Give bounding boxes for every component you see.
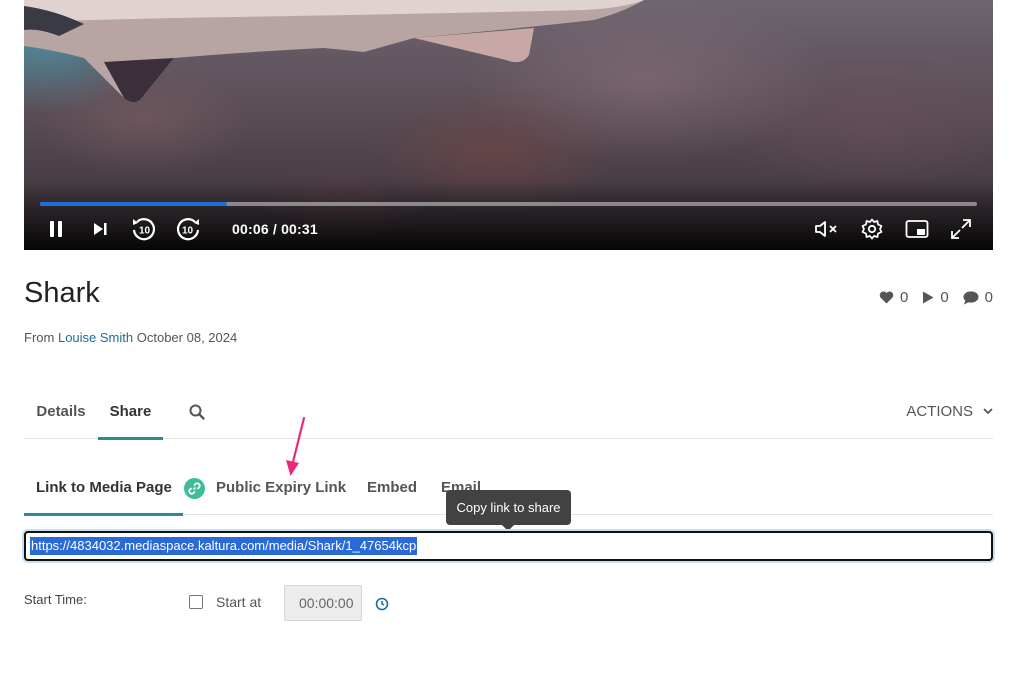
likes-count: 0 xyxy=(899,289,909,306)
heart-icon xyxy=(879,291,894,304)
fullscreen-button[interactable] xyxy=(947,215,975,243)
picture-in-picture-button[interactable] xyxy=(903,215,931,243)
link-badge xyxy=(184,478,205,499)
svg-text:10: 10 xyxy=(139,226,151,237)
clock-icon[interactable] xyxy=(375,597,389,611)
mute-button[interactable] xyxy=(813,215,841,243)
tab-embed[interactable]: Embed xyxy=(367,464,417,515)
search-icon xyxy=(189,404,205,420)
picture-in-picture-icon xyxy=(905,220,929,238)
share-url-text: https://4834032.mediaspace.kaltura.com/m… xyxy=(30,537,418,555)
time-display: 00:06 / 00:31 xyxy=(232,221,318,237)
author-link[interactable]: Louise Smith xyxy=(58,330,133,345)
publish-date: October 08, 2024 xyxy=(136,330,238,345)
forward-10-icon: 10 xyxy=(176,218,200,241)
progress-fill xyxy=(40,202,228,206)
progress-bar[interactable] xyxy=(40,202,977,206)
plays-count: 0 xyxy=(940,289,949,306)
play-icon xyxy=(923,291,934,304)
share-url-field[interactable]: https://4834032.mediaspace.kaltura.com/m… xyxy=(24,531,993,561)
comment-icon xyxy=(963,290,979,304)
copy-link-tooltip: Copy link to share xyxy=(446,490,571,531)
actions-label: ACTIONS xyxy=(906,403,973,420)
pause-button[interactable] xyxy=(42,215,70,243)
start-at-label: Start at xyxy=(216,594,262,610)
settings-gear-icon xyxy=(861,218,883,240)
actions-dropdown[interactable]: ACTIONS xyxy=(906,388,993,439)
fullscreen-icon xyxy=(951,219,971,239)
chevron-down-icon xyxy=(983,408,993,415)
comments-count: 0 xyxy=(984,289,993,306)
rewind-10-button[interactable]: 10 xyxy=(130,215,158,243)
rewind-10-icon: 10 xyxy=(132,218,156,241)
likes-stat[interactable]: 0 xyxy=(879,289,908,306)
main-tabs: Details Share ACTIONS xyxy=(24,388,993,440)
video-frame-shark xyxy=(24,0,644,103)
from-label: From xyxy=(24,330,55,345)
svg-text:10: 10 xyxy=(182,226,194,237)
controls-gradient xyxy=(24,180,993,250)
video-player[interactable]: 10 10 00:06 / 00:31 xyxy=(24,0,993,250)
media-title: Shark xyxy=(24,277,100,309)
plays-stat: 0 xyxy=(922,289,949,306)
start-time-label: Start Time: xyxy=(24,592,87,607)
media-stats: 0 0 0 xyxy=(879,289,993,306)
pause-icon xyxy=(50,221,62,237)
link-icon xyxy=(188,482,201,495)
tab-details[interactable]: Details xyxy=(24,388,98,439)
tab-link-to-media-page[interactable]: Link to Media Page xyxy=(24,464,183,516)
comments-stat[interactable]: 0 xyxy=(963,289,993,306)
forward-10-button[interactable]: 10 xyxy=(174,215,202,243)
tab-search[interactable] xyxy=(184,388,209,439)
annotation-arrow xyxy=(286,416,306,476)
start-time-input[interactable]: 00:00:00 xyxy=(284,585,362,621)
next-button[interactable] xyxy=(86,215,114,243)
settings-button[interactable] xyxy=(858,215,886,243)
start-at-checkbox[interactable] xyxy=(189,595,203,609)
tab-share[interactable]: Share xyxy=(98,388,163,440)
byline: From Louise Smith October 08, 2024 xyxy=(24,330,237,345)
next-icon xyxy=(94,223,107,235)
mute-icon xyxy=(815,221,837,237)
